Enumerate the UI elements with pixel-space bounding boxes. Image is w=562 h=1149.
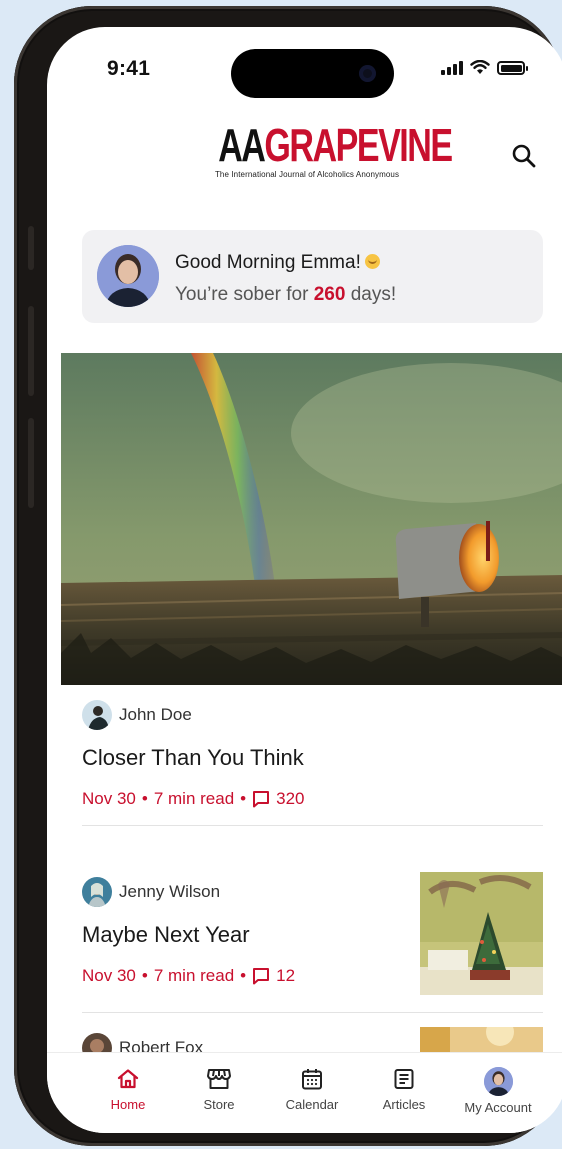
tab-label: My Account (464, 1100, 532, 1115)
article-thumbnail[interactable] (420, 1027, 543, 1052)
tab-label: Calendar (285, 1097, 339, 1112)
author-name: John Doe (119, 705, 192, 724)
volume-down-button (28, 418, 34, 508)
author-avatar (82, 700, 112, 730)
tab-calendar[interactable]: Calendar (264, 1067, 360, 1112)
article-date: Nov 30 (82, 966, 136, 985)
article-thumbnail[interactable] (420, 872, 543, 995)
avatar (97, 245, 159, 307)
bottom-tab-bar: Home Store Calendar Articles My Account (47, 1052, 562, 1133)
brand-logo: AAGRAPEVINE The International Journal of… (187, 119, 453, 179)
comment-icon (253, 968, 270, 985)
comment-count: 320 (276, 789, 305, 808)
featured-article-image[interactable] (61, 353, 562, 685)
article-author[interactable]: Jenny Wilson (82, 877, 220, 907)
logo-aa-text: AA (218, 119, 266, 171)
wifi-icon (470, 60, 490, 74)
status-bar: 9:41 (47, 27, 562, 98)
article-read-time: 7 min read (153, 966, 235, 985)
comment-icon (253, 791, 270, 808)
article-title[interactable]: Closer Than You Think (82, 745, 304, 771)
divider (82, 825, 543, 826)
dynamic-island (231, 49, 394, 98)
calendar-icon (302, 1069, 322, 1090)
greeting-card[interactable]: Good Morning Emma! You’re sober for 260 … (82, 230, 543, 323)
tab-my-account[interactable]: My Account (448, 1067, 548, 1115)
volume-up-button (28, 306, 34, 396)
articles-icon (394, 1069, 414, 1089)
signal-icon (441, 61, 463, 75)
mute-switch (28, 226, 34, 270)
article-meta: Nov 30 • 7 min read • 12 (82, 966, 296, 985)
article-meta: Nov 30 • 7 min read • 320 (82, 789, 305, 808)
tab-home[interactable]: Home (80, 1067, 176, 1112)
store-icon (207, 1069, 231, 1089)
search-button[interactable] (509, 141, 539, 171)
greeting-title: Good Morning Emma! (175, 252, 380, 274)
search-icon (512, 144, 536, 168)
tab-articles[interactable]: Articles (356, 1067, 452, 1112)
divider (82, 1012, 543, 1013)
smile-emoji-icon (364, 254, 380, 269)
avatar (483, 1067, 513, 1096)
article-author[interactable]: John Doe (82, 700, 192, 730)
comment-count: 12 (276, 966, 296, 985)
logo-tagline: The International Journal of Alcoholics … (214, 170, 400, 179)
status-time: 9:41 (107, 57, 151, 80)
screen: 9:41 AAGRAPEVINE The International Journ… (47, 27, 562, 1133)
camera-icon (359, 65, 376, 82)
logo-grapevine-text: GRAPEVINE (264, 119, 453, 171)
author-name: Jenny Wilson (119, 882, 221, 901)
tab-label: Home (110, 1097, 146, 1112)
phone-frame: 9:41 AAGRAPEVINE The International Journ… (14, 6, 562, 1146)
article-date: Nov 30 (82, 789, 136, 808)
tab-store[interactable]: Store (171, 1067, 267, 1112)
battery-icon (497, 61, 528, 75)
status-icons (441, 60, 528, 75)
article-title[interactable]: Maybe Next Year (82, 922, 250, 948)
tab-label: Articles (382, 1097, 426, 1112)
home-icon (117, 1069, 139, 1089)
tab-label: Store (203, 1097, 235, 1112)
sober-counter: You’re sober for 260 days! (175, 284, 397, 305)
sober-days: 260 (313, 284, 346, 305)
article-read-time: 7 min read (153, 789, 235, 808)
author-avatar (82, 877, 112, 907)
